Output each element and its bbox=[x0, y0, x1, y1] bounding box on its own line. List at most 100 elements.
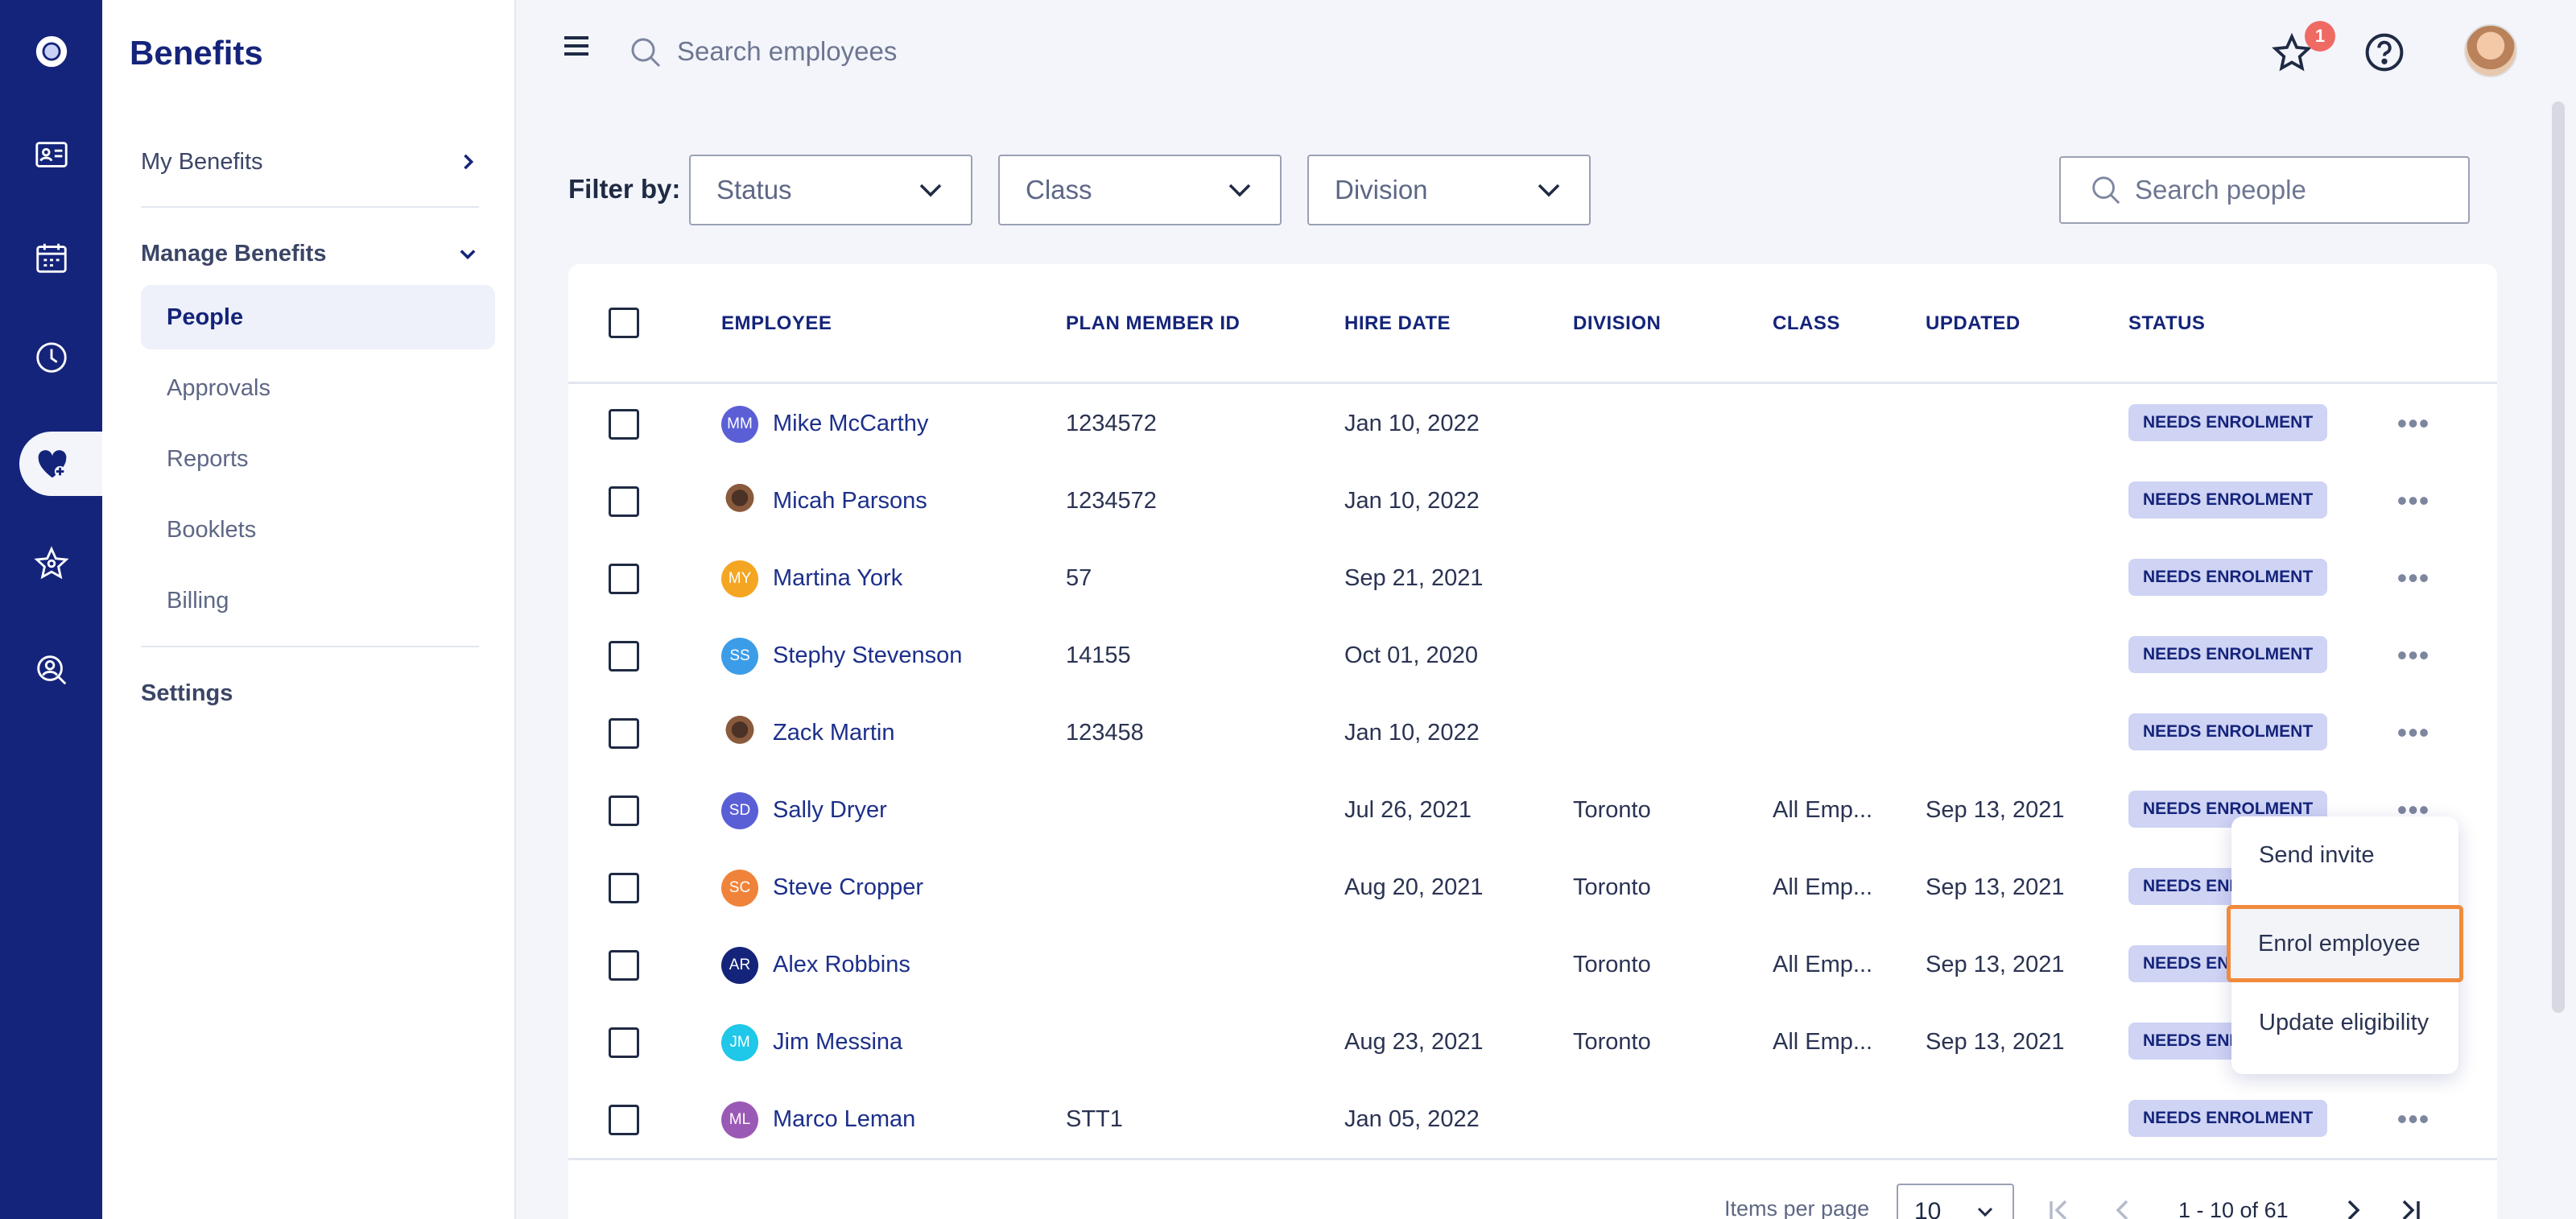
items-per-page-value: 10 bbox=[1914, 1198, 1942, 1219]
app-logo-icon[interactable] bbox=[0, 19, 102, 84]
table-row[interactable]: Zack Martin 123458 Jan 10, 2022 NEEDS ENROL… bbox=[568, 694, 2497, 771]
recognition-star-icon[interactable] bbox=[0, 531, 102, 596]
employee-name-link[interactable]: Mike McCarthy bbox=[773, 385, 928, 462]
user-avatar[interactable] bbox=[2464, 24, 2517, 77]
row-checkbox[interactable] bbox=[609, 873, 639, 903]
sidebar-item-booklets[interactable]: Booklets bbox=[141, 498, 495, 562]
table-row[interactable]: MY Martina York 57 Sep 21, 2021 NEEDS ENROLM… bbox=[568, 539, 2497, 617]
hamburger-menu-icon[interactable] bbox=[561, 34, 592, 58]
items-per-page-select[interactable]: 10 bbox=[1897, 1184, 2014, 1219]
employee-avatar: MY bbox=[721, 560, 758, 597]
page-scrollbar[interactable] bbox=[2552, 101, 2565, 1013]
employee-name-link[interactable]: Micah Parsons bbox=[773, 462, 927, 539]
employee-name-link[interactable]: Stephy Stevenson bbox=[773, 617, 962, 694]
row-checkbox[interactable] bbox=[609, 409, 639, 440]
column-header-updated[interactable]: UPDATED bbox=[1926, 264, 2021, 383]
menu-item-send-invite[interactable]: Send invite bbox=[2231, 816, 2458, 894]
sidebar-divider bbox=[141, 646, 479, 647]
calendar-icon[interactable] bbox=[0, 225, 102, 290]
table-row[interactable]: ML Marco Leman STT1 Jan 05, 2022 NEEDS ENROL… bbox=[568, 1081, 2497, 1158]
search-icon bbox=[631, 38, 661, 68]
row-checkbox[interactable] bbox=[609, 1027, 639, 1058]
notification-badge: 1 bbox=[2305, 21, 2335, 52]
employee-avatar: SC bbox=[721, 870, 758, 907]
hire-date-cell: Aug 23, 2021 bbox=[1344, 1028, 1484, 1055]
table-row[interactable]: SC Steve Cropper Aug 20, 2021 Toronto All Em… bbox=[568, 849, 2497, 926]
table-row[interactable]: SD Sally Dryer Jul 26, 2021 Toronto All Emp.… bbox=[568, 771, 2497, 849]
table-row[interactable]: MM Mike McCarthy 1234572 Jan 10, 2022 NEEDS … bbox=[568, 385, 2497, 462]
more-actions-icon[interactable]: ••• bbox=[2396, 716, 2431, 749]
last-page-icon[interactable] bbox=[2394, 1193, 2428, 1219]
previous-page-icon[interactable] bbox=[2106, 1193, 2140, 1219]
class-filter-dropdown[interactable]: Class bbox=[998, 155, 1282, 225]
division-cell: Toronto bbox=[1573, 874, 1651, 900]
row-checkbox[interactable] bbox=[609, 564, 639, 594]
employee-avatar: SD bbox=[721, 792, 758, 829]
sidebar-item-people[interactable]: People bbox=[141, 285, 495, 349]
status-filter-dropdown[interactable]: Status bbox=[689, 155, 972, 225]
employee-name-link[interactable]: Marco Leman bbox=[773, 1081, 915, 1158]
row-checkbox[interactable] bbox=[609, 486, 639, 517]
employee-name-link[interactable]: Steve Cropper bbox=[773, 849, 923, 926]
column-header-employee[interactable]: EMPLOYEE bbox=[721, 264, 832, 383]
hire-date-cell: Jan 10, 2022 bbox=[1344, 487, 1480, 514]
chevron-down-icon bbox=[1977, 1207, 1993, 1217]
employee-avatar: AR bbox=[721, 947, 758, 984]
table-row[interactable]: AR Alex Robbins Toronto All Emp... Sep 13, 2… bbox=[568, 926, 2497, 1003]
table-row[interactable]: Micah Parsons 1234572 Jan 10, 2022 NEEDS EN… bbox=[568, 462, 2497, 539]
plan-member-id-cell: 57 bbox=[1066, 564, 1092, 591]
column-header-plan-member-id[interactable]: PLAN MEMBER ID bbox=[1066, 264, 1240, 383]
status-badge: NEEDS ENROLMENT bbox=[2128, 481, 2328, 519]
row-checkbox[interactable] bbox=[609, 641, 639, 671]
more-actions-icon[interactable]: ••• bbox=[2396, 1102, 2431, 1135]
table-row[interactable]: JM Jim Messina Aug 23, 2021 Toronto All Emp.… bbox=[568, 1003, 2497, 1081]
sidebar-item-billing[interactable]: Billing bbox=[141, 568, 495, 633]
select-all-checkbox[interactable] bbox=[609, 308, 639, 338]
help-icon[interactable] bbox=[2363, 31, 2406, 74]
row-checkbox[interactable] bbox=[609, 1105, 639, 1135]
employee-name-link[interactable]: Alex Robbins bbox=[773, 926, 910, 1003]
hire-date-cell: Sep 21, 2021 bbox=[1344, 564, 1484, 591]
division-filter-dropdown[interactable]: Division bbox=[1307, 155, 1591, 225]
employee-name-link[interactable]: Jim Messina bbox=[773, 1003, 902, 1081]
people-search-box[interactable] bbox=[2059, 156, 2470, 224]
people-search-icon[interactable] bbox=[0, 638, 102, 702]
employee-avatar: ML bbox=[721, 1101, 758, 1138]
column-header-class[interactable]: CLASS bbox=[1773, 264, 1840, 383]
more-actions-icon[interactable]: ••• bbox=[2396, 561, 2431, 594]
table-row[interactable]: SS Stephy Stevenson 14155 Oct 01, 2020 NEEDS… bbox=[568, 617, 2497, 694]
chevron-down-icon bbox=[460, 250, 476, 260]
class-cell: All Emp... bbox=[1773, 796, 1873, 823]
sidebar-item-my-benefits[interactable]: My Benefits bbox=[141, 134, 479, 190]
division-cell: Toronto bbox=[1573, 796, 1651, 823]
next-page-icon[interactable] bbox=[2336, 1193, 2370, 1219]
more-actions-icon[interactable]: ••• bbox=[2396, 407, 2431, 440]
employee-name-link[interactable]: Sally Dryer bbox=[773, 771, 887, 849]
menu-item-enrol-employee[interactable]: Enrol employee bbox=[2227, 905, 2463, 982]
updated-cell: Sep 13, 2021 bbox=[1926, 1028, 2065, 1055]
hire-date-cell: Jan 10, 2022 bbox=[1344, 410, 1480, 436]
employee-name-link[interactable]: Martina York bbox=[773, 539, 902, 617]
clock-icon[interactable] bbox=[0, 325, 102, 390]
updated-cell: Sep 13, 2021 bbox=[1926, 874, 2065, 900]
employee-name-link[interactable]: Zack Martin bbox=[773, 694, 894, 771]
sidebar-item-approvals[interactable]: Approvals bbox=[141, 356, 495, 420]
more-actions-icon[interactable]: ••• bbox=[2396, 484, 2431, 517]
row-checkbox[interactable] bbox=[609, 718, 639, 749]
benefits-heart-icon[interactable] bbox=[19, 432, 102, 496]
contact-card-icon[interactable] bbox=[0, 122, 102, 187]
more-actions-icon[interactable]: ••• bbox=[2396, 638, 2431, 671]
updated-cell: Sep 13, 2021 bbox=[1926, 796, 2065, 823]
row-checkbox[interactable] bbox=[609, 795, 639, 826]
people-search-input[interactable] bbox=[2135, 175, 2457, 205]
sidebar-item-manage-benefits[interactable]: Manage Benefits bbox=[141, 225, 479, 282]
row-checkbox[interactable] bbox=[609, 950, 639, 981]
sidebar-item-settings[interactable]: Settings bbox=[141, 665, 479, 721]
column-header-hire-date[interactable]: HIRE DATE bbox=[1344, 264, 1451, 383]
first-page-icon[interactable] bbox=[2041, 1193, 2075, 1219]
column-header-division[interactable]: DIVISION bbox=[1573, 264, 1661, 383]
sidebar-item-reports[interactable]: Reports bbox=[141, 427, 495, 491]
column-header-status[interactable]: STATUS bbox=[2128, 264, 2205, 383]
menu-item-update-eligibility[interactable]: Update eligibility bbox=[2231, 984, 2458, 1061]
employee-search-input[interactable] bbox=[677, 29, 1160, 74]
